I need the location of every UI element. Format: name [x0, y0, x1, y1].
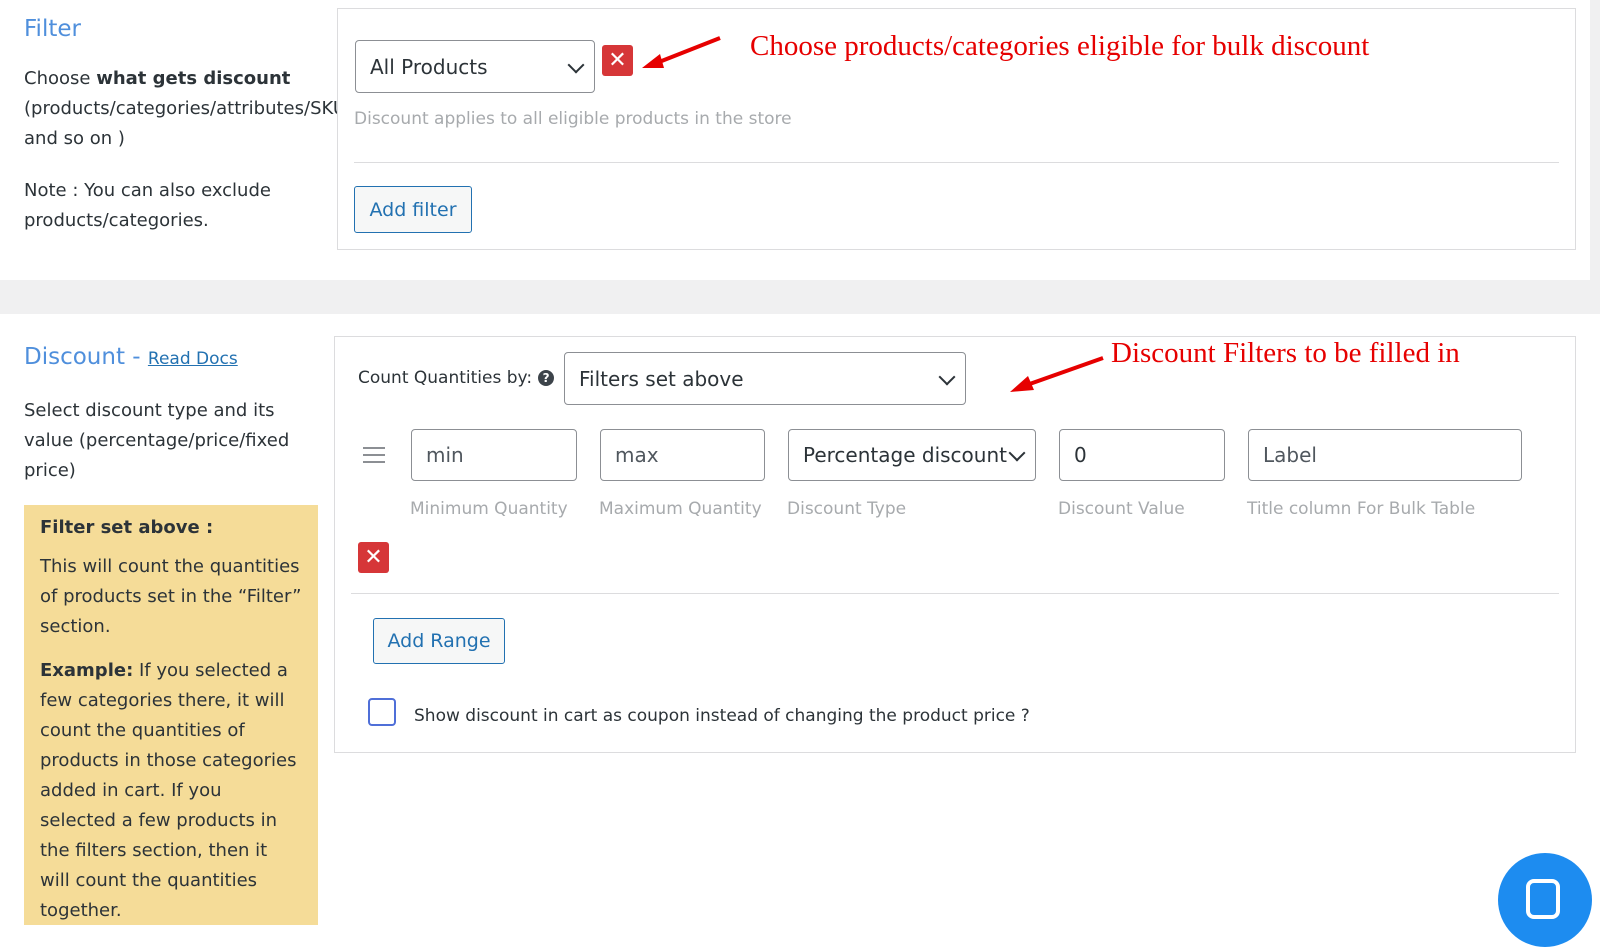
min-quantity-input[interactable]: min: [411, 429, 577, 481]
count-quantities-label: Count Quantities by:?: [358, 368, 555, 388]
filter-section-title: Filter: [24, 16, 81, 42]
count-quantities-text: Count Quantities by:: [358, 368, 533, 388]
max-quantity-caption: Maximum Quantity: [599, 499, 762, 519]
help-icon[interactable]: ?: [538, 370, 555, 386]
filter-desc-line3: and so on ): [24, 128, 125, 149]
annotation-arrow-filter: [642, 36, 721, 68]
discount-value-caption: Discount Value: [1058, 499, 1185, 519]
chat-icon: [1526, 879, 1560, 919]
max-quantity-input[interactable]: max: [600, 429, 765, 481]
discount-section-title: Discount - Read Docs: [24, 344, 238, 370]
filter-type-select[interactable]: All Products: [355, 40, 595, 93]
coupon-checkbox[interactable]: [368, 698, 396, 726]
filter-divider: [354, 162, 1559, 163]
info-box-example-text: If you selected a few categories there, …: [40, 660, 297, 921]
discount-desc-line1: Select discount type and its: [24, 400, 275, 421]
filter-desc-prefix: Choose: [24, 68, 97, 89]
coupon-checkbox-label[interactable]: Show discount in cart as coupon instead …: [414, 706, 1030, 726]
discount-annotation: Discount Filters to be filled in: [1111, 337, 1460, 369]
bulk-title-input[interactable]: Label: [1248, 429, 1522, 481]
discount-desc-line2: value (percentage/price/fixed: [24, 430, 290, 451]
filter-section-note: Note : You can also exclude products/cat…: [24, 176, 271, 236]
add-range-button[interactable]: Add Range: [373, 618, 505, 664]
filter-section-description: Choose what gets discount (products/cate…: [24, 64, 344, 154]
filter-desc-line2: (products/categories/attributes/SKU: [24, 98, 344, 119]
section-gap: [0, 280, 1600, 314]
count-quantities-select[interactable]: Filters set above: [564, 352, 966, 405]
discount-divider: [351, 593, 1559, 594]
chevron-down-icon: [938, 368, 956, 385]
close-icon: ✕: [364, 544, 383, 570]
info-box-para: This will count the quantities of produc…: [40, 556, 302, 637]
info-box-example-label: Example:: [40, 660, 134, 681]
discount-section-description: Select discount type and its value (perc…: [24, 396, 289, 486]
chevron-down-icon: [567, 56, 585, 73]
remove-filter-button[interactable]: ✕: [602, 45, 633, 76]
info-box-example: Example: If you selected a few categorie…: [40, 656, 302, 926]
min-quantity-caption: Minimum Quantity: [410, 499, 568, 519]
add-filter-button[interactable]: Add filter: [354, 186, 472, 233]
discount-title-text: Discount -: [24, 344, 148, 370]
filter-hint: Discount applies to all eligible product…: [354, 109, 792, 129]
discount-type-select[interactable]: Percentage discount: [788, 429, 1036, 481]
filter-annotation: Choose products/categories eligible for …: [750, 30, 1370, 62]
filter-note-line2: products/categories.: [24, 210, 209, 231]
remove-range-button[interactable]: ✕: [358, 542, 389, 573]
chevron-down-icon: [1008, 444, 1026, 462]
annotation-arrow-discount: [1010, 356, 1104, 392]
bulk-title-caption: Title column For Bulk Table: [1247, 499, 1476, 519]
count-quantities-select-value: Filters set above: [579, 366, 744, 391]
discount-type-caption: Discount Type: [787, 499, 907, 519]
chat-launcher-button[interactable]: [1498, 853, 1592, 947]
filter-desc-bold: what gets discount: [96, 68, 291, 89]
drag-handle-icon[interactable]: [363, 447, 385, 468]
filter-note-line1: Note : You can also exclude: [24, 180, 271, 201]
info-box-title: Filter set above :: [40, 517, 214, 538]
filter-type-select-value: All Products: [370, 54, 488, 79]
read-docs-link[interactable]: Read Docs: [148, 349, 238, 369]
discount-type-select-value: Percentage discount: [803, 443, 1007, 467]
discount-value-input[interactable]: 0: [1059, 429, 1225, 481]
page-gutter: [1590, 0, 1600, 280]
close-icon: ✕: [608, 47, 627, 73]
count-info-box: Filter set above : This will count the q…: [24, 505, 318, 925]
discount-desc-line3: price): [24, 460, 76, 481]
